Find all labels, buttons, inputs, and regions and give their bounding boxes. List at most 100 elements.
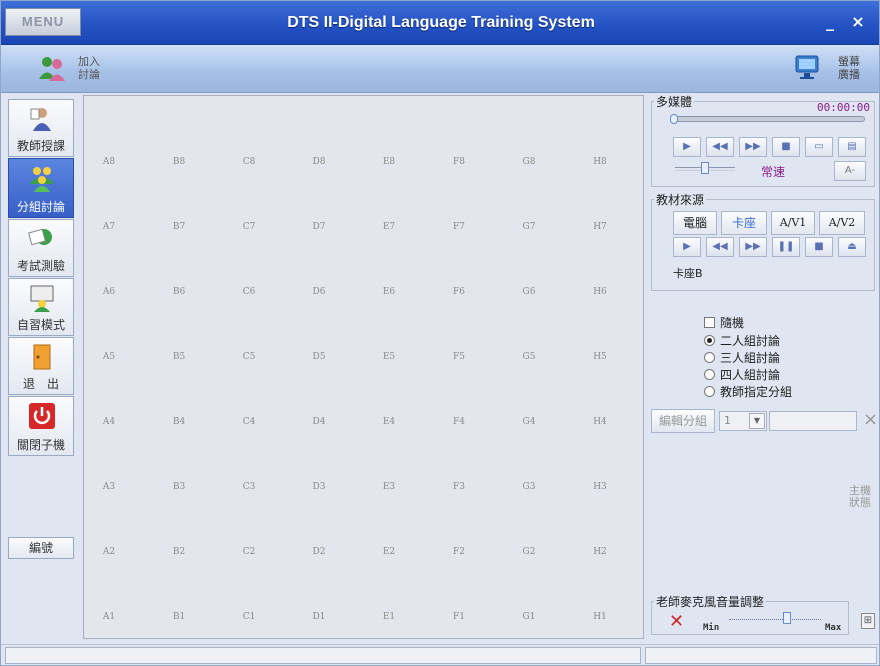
seat-label[interactable]: B2 <box>159 547 199 557</box>
seat-label[interactable]: F6 <box>439 287 479 297</box>
seat-label[interactable]: C8 <box>229 157 269 167</box>
cassette-stop-button[interactable]: ■ <box>805 237 833 257</box>
seat-label[interactable]: A6 <box>89 287 129 297</box>
seat-label[interactable]: D6 <box>299 287 339 297</box>
group-select[interactable]: 1 ▼ <box>719 411 767 431</box>
random-checkbox[interactable]: 隨機 <box>704 315 744 331</box>
seat-label[interactable]: F5 <box>439 352 479 362</box>
seat-label[interactable]: B3 <box>159 482 199 492</box>
seat-label[interactable]: F7 <box>439 222 479 232</box>
progress-slider[interactable] <box>670 114 865 124</box>
cassette-play-button[interactable]: ▶ <box>673 237 701 257</box>
sidebar-item-exam[interactable]: 考試測驗 <box>8 219 74 277</box>
seat-label[interactable]: G1 <box>509 612 549 622</box>
seat-label[interactable]: H2 <box>580 547 620 557</box>
stop-button[interactable]: ■ <box>772 137 800 157</box>
cassette-pause-button[interactable]: ❚❚ <box>772 237 800 257</box>
rewind-button[interactable]: ◀◀ <box>706 137 734 157</box>
mic-mute-icon[interactable]: ✕ <box>669 611 684 632</box>
cassette-rewind-button[interactable]: ◀◀ <box>706 237 734 257</box>
seat-label[interactable]: B6 <box>159 287 199 297</box>
seat-label[interactable]: G6 <box>509 287 549 297</box>
radio-circle[interactable] <box>704 386 715 397</box>
screen-broadcast-button[interactable]: 螢幕 廣播 <box>791 47 871 89</box>
clear-icon[interactable]: × <box>863 409 878 430</box>
cassette-eject-button[interactable]: ⏏ <box>838 237 866 257</box>
seat-label[interactable]: F1 <box>439 612 479 622</box>
seat-label[interactable]: B4 <box>159 417 199 427</box>
checkbox-box[interactable] <box>704 317 715 328</box>
seat-label[interactable]: H4 <box>580 417 620 427</box>
edit-number-button[interactable]: 編號 <box>8 537 74 559</box>
source-av1-button[interactable]: A/V1 <box>771 211 815 235</box>
radio-circle[interactable] <box>704 335 715 346</box>
seat-label[interactable]: F2 <box>439 547 479 557</box>
seat-label[interactable]: D8 <box>299 157 339 167</box>
seat-label[interactable]: H8 <box>580 157 620 167</box>
seat-label[interactable]: F8 <box>439 157 479 167</box>
seat-label[interactable]: B7 <box>159 222 199 232</box>
radio-three-person[interactable]: 三人組討論 <box>704 350 780 366</box>
cassette-forward-button[interactable]: ▶▶ <box>739 237 767 257</box>
sidebar-item-shutdown[interactable]: 關閉子機 <box>8 396 74 456</box>
source-computer-button[interactable]: 電腦 <box>673 211 717 235</box>
seat-label[interactable]: D3 <box>299 482 339 492</box>
radio-four-person[interactable]: 四人組討論 <box>704 367 780 383</box>
speed-thumb[interactable] <box>701 162 709 174</box>
seat-label[interactable]: E8 <box>369 157 409 167</box>
forward-button[interactable]: ▶▶ <box>739 137 767 157</box>
seat-label[interactable]: E6 <box>369 287 409 297</box>
seat-label[interactable]: A2 <box>89 547 129 557</box>
playlist-button[interactable]: ▤ <box>838 137 866 157</box>
join-discussion-button[interactable]: 加入 討論 <box>31 47 117 89</box>
seat-label[interactable]: D2 <box>299 547 339 557</box>
seat-label[interactable]: G8 <box>509 157 549 167</box>
seat-label[interactable]: A5 <box>89 352 129 362</box>
seat-label[interactable]: G7 <box>509 222 549 232</box>
seat-label[interactable]: A7 <box>89 222 129 232</box>
sidebar-item-study[interactable]: 自習模式 <box>8 278 74 336</box>
seat-label[interactable]: C1 <box>229 612 269 622</box>
seat-label[interactable]: A8 <box>89 157 129 167</box>
seat-label[interactable]: E5 <box>369 352 409 362</box>
chevron-down-icon[interactable]: ▼ <box>749 413 765 429</box>
radio-teacher-assigned[interactable]: 教師指定分組 <box>704 384 792 400</box>
seat-label[interactable]: H6 <box>580 287 620 297</box>
radio-circle[interactable] <box>704 369 715 380</box>
mic-settings-icon[interactable]: ⊞ <box>861 613 875 629</box>
radio-circle[interactable] <box>704 352 715 363</box>
seat-label[interactable]: D1 <box>299 612 339 622</box>
sidebar-item-exit[interactable]: 退 出 <box>8 337 74 395</box>
seat-label[interactable]: H1 <box>580 612 620 622</box>
seat-label[interactable]: F4 <box>439 417 479 427</box>
seat-label[interactable]: A1 <box>89 612 129 622</box>
seat-label[interactable]: F3 <box>439 482 479 492</box>
font-size-button[interactable]: A- <box>834 161 866 181</box>
sidebar-item-group[interactable]: 分組討論 <box>8 158 74 218</box>
radio-two-person[interactable]: 二人組討論 <box>704 333 780 349</box>
sidebar-item-teacher[interactable]: 教師授課 <box>8 99 74 157</box>
seat-label[interactable]: A3 <box>89 482 129 492</box>
seat-label[interactable]: C4 <box>229 417 269 427</box>
mic-volume-thumb[interactable] <box>783 612 791 624</box>
seat-label[interactable]: C5 <box>229 352 269 362</box>
edit-group-button[interactable]: 編輯分組 <box>651 409 715 433</box>
seat-label[interactable]: G5 <box>509 352 549 362</box>
seat-label[interactable]: A4 <box>89 417 129 427</box>
seat-label[interactable]: G3 <box>509 482 549 492</box>
seat-label[interactable]: H3 <box>580 482 620 492</box>
seat-label[interactable]: C7 <box>229 222 269 232</box>
seat-label[interactable]: D4 <box>299 417 339 427</box>
seat-label[interactable]: E4 <box>369 417 409 427</box>
progress-thumb[interactable] <box>670 114 678 124</box>
seat-label[interactable]: C2 <box>229 547 269 557</box>
seat-label[interactable]: E2 <box>369 547 409 557</box>
play-button[interactable]: ▶ <box>673 137 701 157</box>
seat-label[interactable]: C3 <box>229 482 269 492</box>
seat-label[interactable]: D5 <box>299 352 339 362</box>
close-button[interactable]: × <box>847 12 869 32</box>
source-av2-button[interactable]: A/V2 <box>819 211 865 235</box>
group-text-field[interactable] <box>769 411 857 431</box>
speed-slider[interactable] <box>675 162 735 174</box>
source-cassette-button[interactable]: 卡座 <box>721 211 767 235</box>
